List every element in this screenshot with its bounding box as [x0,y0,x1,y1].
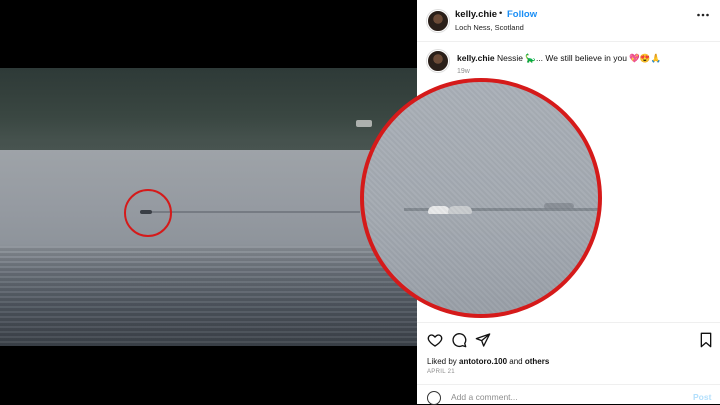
zoom-grain [364,82,598,314]
caption-timestamp: 19w [457,68,470,75]
post-date: APRIL 21 [427,369,455,375]
liked-by-suffix: and [507,357,525,366]
separator-dot: • [499,8,503,19]
liked-by-user-link[interactable]: antotoro.100 [459,357,507,366]
post-header: kelly.chie • Follow Loch Ness, Scotland [417,0,720,42]
comment-icon[interactable] [451,332,467,348]
caption-username[interactable]: kelly.chie [457,53,495,63]
zoom-highlight-circle [360,78,602,318]
comment-input[interactable]: Add a comment... [451,392,518,402]
emoji-icon[interactable] [427,391,441,405]
username-link[interactable]: kelly.chie [455,9,497,20]
caption-avatar[interactable] [427,50,449,72]
more-horizontal-icon[interactable] [696,8,710,25]
caption: kelly.chie Nessie 🦕... We still believe … [457,53,661,64]
caption-text: Nessie 🦕... We still believe in you 💖😍🙏 [497,53,662,63]
bookmark-icon[interactable] [698,332,714,348]
water-ripples [0,246,417,346]
loch-ness-photo [0,68,417,346]
liked-by-others-link[interactable]: others [525,357,549,366]
avatar[interactable] [427,10,449,32]
highlight-circle-small [124,189,172,237]
treeline [0,68,417,156]
location-link[interactable]: Loch Ness, Scotland [455,23,524,32]
follow-button[interactable]: Follow [507,9,537,20]
heart-icon[interactable] [427,332,443,348]
action-bar [417,322,720,356]
post-comment-button[interactable]: Post [693,392,711,402]
share-icon[interactable] [475,332,491,348]
comment-bar: Add a comment... Post [417,384,720,405]
post-image [0,0,417,404]
likes-summary: Liked by antotoro.100 and others [427,357,549,366]
water-wake [150,211,360,213]
liked-by-prefix: Liked by [427,357,460,366]
